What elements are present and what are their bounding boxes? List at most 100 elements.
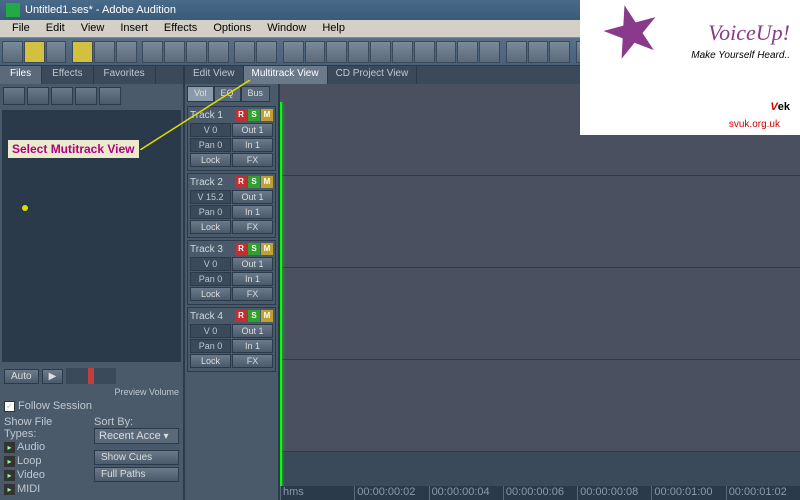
pan-field[interactable]: Pan 0 <box>190 339 231 353</box>
tab-multitrack-view[interactable]: Multitrack View <box>244 66 328 84</box>
out-button[interactable]: Out 1 <box>232 123 273 137</box>
tb-folder[interactable] <box>72 41 93 63</box>
preview-volume-slider[interactable] <box>66 368 116 384</box>
tb-mix[interactable] <box>186 41 207 63</box>
pt-insert[interactable] <box>51 87 73 105</box>
menu-insert[interactable]: Insert <box>112 20 156 37</box>
fx-button[interactable]: FX <box>232 220 273 234</box>
lock-button[interactable]: Lock <box>190 287 231 301</box>
waveform-track-3[interactable] <box>280 268 800 360</box>
menu-file[interactable]: File <box>4 20 38 37</box>
full-paths-button[interactable]: Full Paths <box>94 467 179 482</box>
tb-t7[interactable] <box>414 41 435 63</box>
mute-button[interactable]: M <box>261 243 273 255</box>
tb-save[interactable] <box>46 41 67 63</box>
tb-t3[interactable] <box>326 41 347 63</box>
menu-effects[interactable]: Effects <box>156 20 205 37</box>
sort-dropdown[interactable]: Recent Acce ▾ <box>94 428 179 444</box>
tab-effects[interactable]: Effects <box>42 66 93 84</box>
tb-t10[interactable] <box>479 41 500 63</box>
subtab-eq[interactable]: EQ <box>214 86 241 102</box>
tb-new[interactable] <box>2 41 23 63</box>
pt-open[interactable] <box>3 87 25 105</box>
menu-help[interactable]: Help <box>314 20 353 37</box>
record-arm-button[interactable]: R <box>235 310 247 322</box>
menu-window[interactable]: Window <box>259 20 314 37</box>
track-name[interactable]: Track 2 <box>190 177 223 188</box>
menu-view[interactable]: View <box>73 20 113 37</box>
show-cues-button[interactable]: Show Cues <box>94 450 179 465</box>
tb-t4[interactable] <box>348 41 369 63</box>
solo-button[interactable]: S <box>248 310 260 322</box>
in-button[interactable]: In 1 <box>232 138 273 152</box>
tb-t8[interactable] <box>436 41 457 63</box>
pan-field[interactable]: Pan 0 <box>190 138 231 152</box>
record-arm-button[interactable]: R <box>235 176 247 188</box>
tb-cursor[interactable] <box>506 41 527 63</box>
in-button[interactable]: In 1 <box>232 339 273 353</box>
tb-hand[interactable] <box>528 41 549 63</box>
volume-field[interactable]: V 0 <box>190 324 231 338</box>
menu-options[interactable]: Options <box>205 20 259 37</box>
volume-field[interactable]: V 15.2 <box>190 190 231 204</box>
lock-button[interactable]: Lock <box>190 220 231 234</box>
tb-t5[interactable] <box>370 41 391 63</box>
lock-button[interactable]: Lock <box>190 354 231 368</box>
pt-close[interactable] <box>27 87 49 105</box>
tb-cd[interactable] <box>256 41 277 63</box>
tb-cross[interactable] <box>549 41 570 63</box>
play-button[interactable]: ▶ <box>42 369 64 384</box>
tb-t2[interactable] <box>305 41 326 63</box>
out-button[interactable]: Out 1 <box>232 324 273 338</box>
auto-button[interactable]: Auto <box>4 369 39 384</box>
track-name[interactable]: Track 3 <box>190 244 223 255</box>
mute-button[interactable]: M <box>261 109 273 121</box>
waveform-track-4[interactable] <box>280 360 800 452</box>
loop-type-icon[interactable]: ▸ <box>4 456 15 467</box>
track-name[interactable]: Track 4 <box>190 311 223 322</box>
tb-paste[interactable] <box>164 41 185 63</box>
video-type-icon[interactable]: ▸ <box>4 470 15 481</box>
in-button[interactable]: In 1 <box>232 272 273 286</box>
tab-edit-view[interactable]: Edit View <box>185 66 244 84</box>
volume-field[interactable]: V 0 <box>190 123 231 137</box>
waveform-track-2[interactable] <box>280 176 800 268</box>
follow-session-checkbox[interactable]: ✓ <box>4 401 15 412</box>
fx-button[interactable]: FX <box>232 153 273 167</box>
fx-button[interactable]: FX <box>232 287 273 301</box>
pan-field[interactable]: Pan 0 <box>190 272 231 286</box>
tb-close[interactable] <box>116 41 137 63</box>
playhead[interactable] <box>280 102 282 500</box>
solo-button[interactable]: S <box>248 243 260 255</box>
solo-button[interactable]: S <box>248 109 260 121</box>
subtab-vol[interactable]: Vol <box>187 86 214 102</box>
mute-button[interactable]: M <box>261 176 273 188</box>
subtab-bus[interactable]: Bus <box>241 86 271 102</box>
in-button[interactable]: In 1 <box>232 205 273 219</box>
midi-type-icon[interactable]: ▸ <box>4 484 15 495</box>
volume-field[interactable]: V 0 <box>190 257 231 271</box>
track-name[interactable]: Track 1 <box>190 110 223 121</box>
time-ruler[interactable]: hms00:00:00:0200:00:00:0400:00:00:0600:0… <box>280 486 800 500</box>
tb-open[interactable] <box>24 41 45 63</box>
out-button[interactable]: Out 1 <box>232 190 273 204</box>
tb-disk[interactable] <box>94 41 115 63</box>
out-button[interactable]: Out 1 <box>232 257 273 271</box>
solo-button[interactable]: S <box>248 176 260 188</box>
tab-cd-project-view[interactable]: CD Project View <box>328 66 418 84</box>
tb-t9[interactable] <box>457 41 478 63</box>
tb-settings[interactable] <box>234 41 255 63</box>
record-arm-button[interactable]: R <box>235 109 247 121</box>
pan-field[interactable]: Pan 0 <box>190 205 231 219</box>
tb-t6[interactable] <box>392 41 413 63</box>
tb-undo[interactable] <box>208 41 229 63</box>
pt-edit[interactable] <box>75 87 97 105</box>
fx-button[interactable]: FX <box>232 354 273 368</box>
timeline-area[interactable]: hms00:00:00:0200:00:00:0400:00:00:0600:0… <box>280 84 800 500</box>
audio-type-icon[interactable]: ▸ <box>4 442 15 453</box>
tb-copy[interactable] <box>142 41 163 63</box>
tb-t1[interactable] <box>283 41 304 63</box>
pt-opts[interactable] <box>99 87 121 105</box>
mute-button[interactable]: M <box>261 310 273 322</box>
tab-favorites[interactable]: Favorites <box>94 66 156 84</box>
